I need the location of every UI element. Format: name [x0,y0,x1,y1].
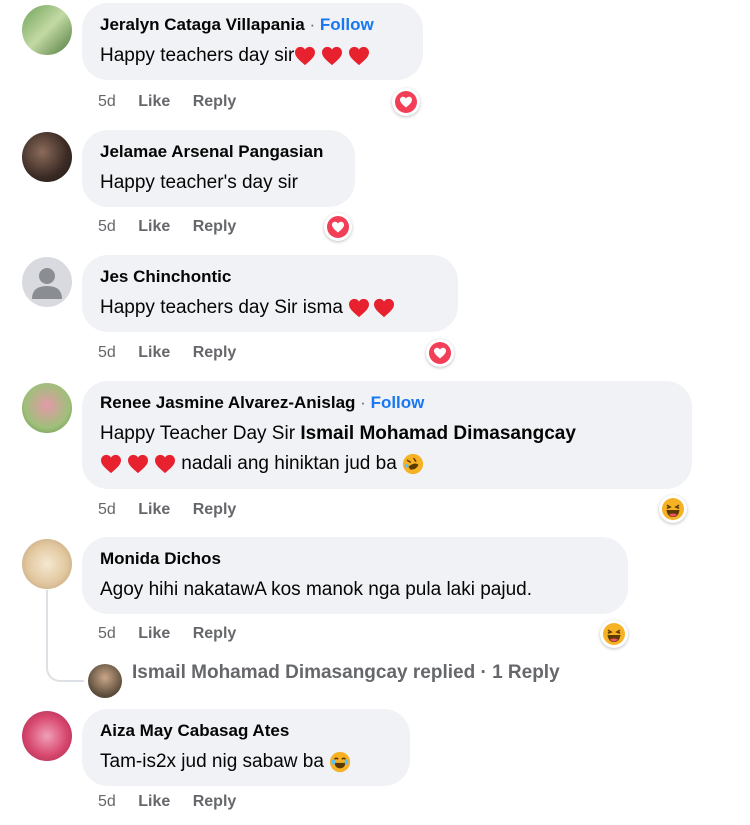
author-name-row: Jeralyn Cataga Villapania · Follow [100,15,374,35]
comment-text: Happy teachers day sir [100,45,295,66]
comment-text: Happy teachers day Sir isma [100,297,343,318]
joy-emoji-icon [329,751,351,773]
like-button[interactable]: Like [138,344,170,361]
timestamp[interactable]: 5d [98,793,116,810]
reaction-badge[interactable] [324,213,352,241]
heart-emoji-icon [321,46,343,66]
comment-text: Happy teacher's day sir [100,172,298,193]
author-name[interactable]: Renee Jasmine Alvarez-Anislag [100,393,355,412]
comment-actions: 5d Like Reply [98,218,254,236]
reply-button[interactable]: Reply [193,344,237,361]
like-button[interactable]: Like [138,625,170,642]
heart-emoji-icon [100,454,122,474]
comment-actions: 5d Like Reply [98,793,254,811]
like-button[interactable]: Like [138,218,170,235]
reply-avatar[interactable] [88,664,122,698]
reply-button[interactable]: Reply [193,501,237,518]
reply-button[interactable]: Reply [193,93,237,110]
comment-actions: 5d Like Reply [98,501,254,519]
haha-reaction-icon [602,622,626,646]
timestamp[interactable]: 5d [98,93,116,110]
rofl-emoji-icon [402,453,424,475]
heart-emoji-icon [294,46,316,66]
comment-text: Tam-is2x jud nig sabaw ba [100,751,324,773]
comment-bubble: Jelamae Arsenal Pangasian Happy teacher'… [82,130,355,207]
author-name-row: Renee Jasmine Alvarez-Anislag · Follow [100,393,424,413]
follow-link[interactable]: Follow [371,393,425,412]
author-name[interactable]: Aiza May Cabasag Ates [100,721,289,741]
reply-button[interactable]: Reply [193,625,237,642]
heart-emoji-icon [348,46,370,66]
comment-text: Agoy hihi nakatawA kos manok nga pula la… [100,579,532,600]
timestamp[interactable]: 5d [98,218,116,235]
separator: · [309,15,320,34]
comment-text-row: Tam-is2x jud nig sabaw ba [100,751,351,773]
view-replies-link[interactable]: Ismail Mohamad Dimasangcay replied · 1 R… [132,662,560,684]
comment-actions: 5d Like Reply [98,93,254,111]
comment-text-row: Happy teachers day Sir isma [100,297,395,319]
timestamp[interactable]: 5d [98,625,116,642]
comment-actions: 5d Like Reply [98,344,254,362]
reply-button[interactable]: Reply [193,218,237,235]
avatar[interactable] [22,539,72,589]
haha-reaction-icon [661,497,685,521]
comment-text: Happy Teacher Day Sir [100,423,301,444]
like-button[interactable]: Like [138,93,170,110]
avatar[interactable] [22,383,72,433]
reaction-badge[interactable] [426,339,454,367]
reaction-badge[interactable] [600,620,628,648]
author-name[interactable]: Jelamae Arsenal Pangasian [100,142,323,162]
comment-bubble: Jes Chinchontic Happy teachers day Sir i… [82,255,458,332]
like-button[interactable]: Like [138,793,170,810]
like-button[interactable]: Like [138,501,170,518]
heart-emoji-icon [348,298,370,318]
author-name[interactable]: Jeralyn Cataga Villapania [100,15,305,34]
mention-link[interactable]: Ismail Mohamad Dimasangcay [300,423,576,444]
avatar[interactable] [22,5,72,55]
heart-emoji-icon [127,454,149,474]
heart-emoji-icon [154,454,176,474]
separator: · [360,393,371,412]
follow-link[interactable]: Follow [320,15,374,34]
default-avatar-icon[interactable] [22,257,72,307]
comment-bubble: Aiza May Cabasag Ates Tam-is2x jud nig s… [82,709,410,786]
avatar[interactable] [22,132,72,182]
reaction-badge[interactable] [659,495,687,523]
heart-reaction-icon [395,91,417,113]
avatar[interactable] [22,711,72,761]
reply-button[interactable]: Reply [193,793,237,810]
thread-line [46,590,84,682]
reaction-badge[interactable] [392,88,420,116]
heart-emoji-icon [373,298,395,318]
comment-text-line2: nadali ang hiniktan jud ba [100,453,424,475]
timestamp[interactable]: 5d [98,501,116,518]
comment-text-line1: Happy Teacher Day Sir Ismail Mohamad Dim… [100,423,576,445]
comment-bubble: Monida Dichos Agoy hihi nakatawA kos man… [82,537,628,614]
comment-actions: 5d Like Reply [98,625,254,643]
author-name[interactable]: Monida Dichos [100,549,221,569]
timestamp[interactable]: 5d [98,344,116,361]
comment-text-row: Happy teachers day sir [100,45,370,67]
comment-text: nadali ang hiniktan jud ba [181,453,397,475]
heart-reaction-icon [327,216,349,238]
comment-bubble: Renee Jasmine Alvarez-Anislag · Follow H… [82,381,692,489]
author-name[interactable]: Jes Chinchontic [100,267,231,287]
comment-bubble: Jeralyn Cataga Villapania · Follow Happy… [82,3,423,80]
heart-reaction-icon [429,342,451,364]
